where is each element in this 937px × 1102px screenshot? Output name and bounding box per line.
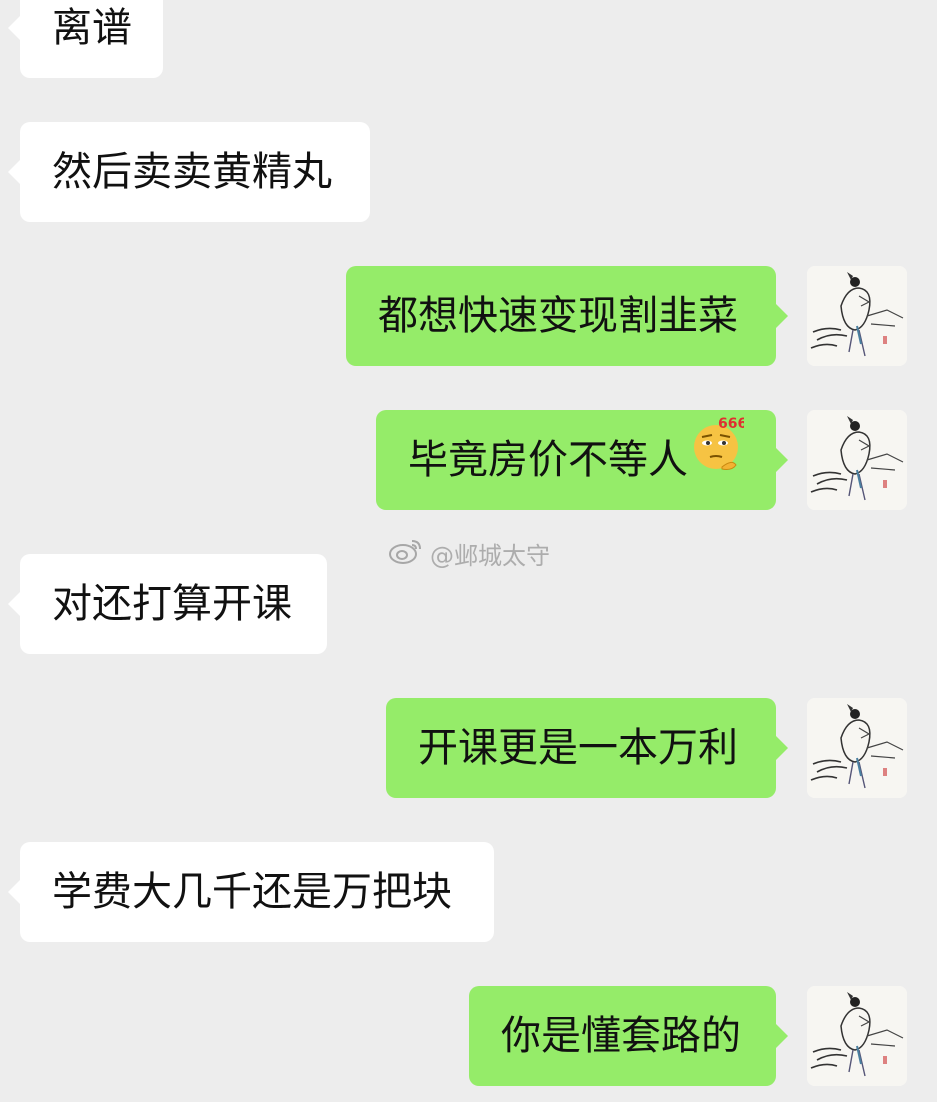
message-text: 毕竟房价不等人 xyxy=(408,437,688,483)
message-text: 然后卖卖黄精丸 xyxy=(52,149,332,195)
avatar[interactable] xyxy=(807,698,907,798)
ink-figure-avatar-image xyxy=(807,986,907,1086)
message-text: 开课更是一本万利 xyxy=(418,725,738,771)
outgoing-bubble[interactable]: 毕竟房价不等人 666 xyxy=(376,408,788,510)
outgoing-bubble[interactable]: 你是懂套路的 xyxy=(469,986,788,1086)
incoming-bubble[interactable]: 对还打算开课 xyxy=(8,554,327,654)
message-text: 学费大几千还是万把块 xyxy=(52,869,452,915)
emoji-666-text: 666 xyxy=(718,416,744,432)
thinking-666-emoji-icon: 666 xyxy=(692,408,747,508)
message-text: 对还打算开课 xyxy=(52,581,292,627)
watermark-text: @邺城太守 xyxy=(430,541,550,570)
incoming-bubble[interactable]: 学费大几千还是万把块 xyxy=(8,842,494,942)
incoming-bubble[interactable]: 然后卖卖黄精丸 xyxy=(8,122,370,222)
outgoing-bubble[interactable]: 都想快速变现割韭菜 xyxy=(346,266,788,366)
ink-figure-avatar-image xyxy=(807,410,907,510)
message-text: 都想快速变现割韭菜 xyxy=(378,293,738,339)
weibo-watermark: @邺城太守 xyxy=(388,536,550,570)
ink-figure-avatar-image xyxy=(807,698,907,798)
avatar[interactable] xyxy=(807,986,907,1086)
message-text: 离谱 xyxy=(52,5,132,51)
avatar[interactable] xyxy=(807,266,907,366)
weibo-icon xyxy=(388,535,424,571)
outgoing-bubble[interactable]: 开课更是一本万利 xyxy=(386,698,788,798)
ink-figure-avatar-image xyxy=(807,266,907,366)
avatar[interactable] xyxy=(807,410,907,510)
message-text: 你是懂套路的 xyxy=(501,1013,741,1059)
incoming-bubble[interactable]: 离谱 xyxy=(8,0,163,78)
